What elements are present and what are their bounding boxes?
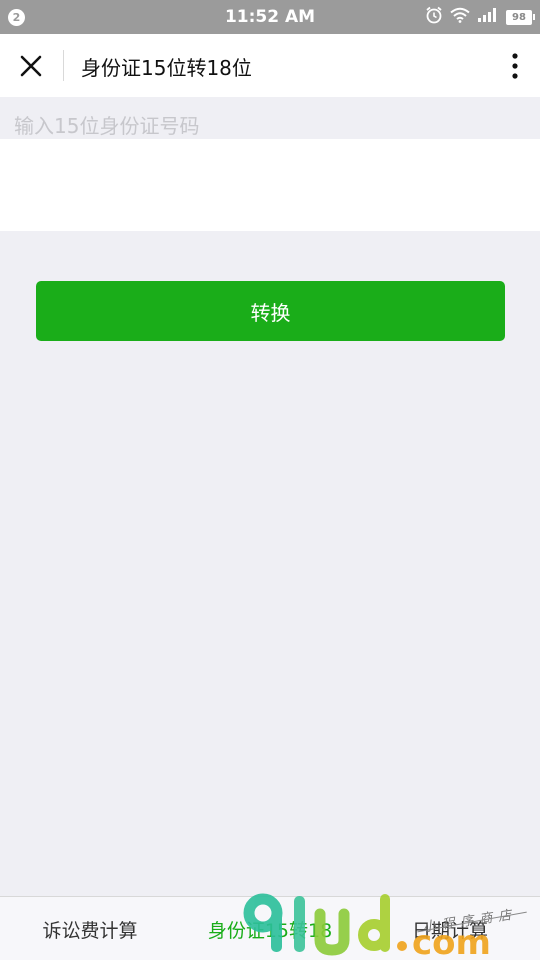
status-icons: 98 <box>425 6 535 28</box>
input-label: 输入15位身份证号码 <box>14 114 200 138</box>
nav-divider <box>63 50 64 81</box>
wifi-icon <box>450 7 470 27</box>
battery-icon: 98 <box>506 9 535 25</box>
more-button[interactable] <box>508 52 522 80</box>
page-title: 身份证15位转18位 <box>81 56 252 80</box>
tab-litigation-fee[interactable]: 诉讼费计算 <box>0 897 180 960</box>
more-vertical-icon <box>512 53 518 79</box>
close-icon <box>20 55 42 77</box>
tab-id-convert[interactable]: 身份证15转18 <box>180 897 360 960</box>
nav-bar: 身份证15位转18位 <box>0 34 540 97</box>
convert-button[interactable]: 转换 <box>36 281 505 341</box>
alarm-icon <box>425 6 443 28</box>
status-bar: 2 11:52 AM 98 <box>0 0 540 34</box>
tab-date-calc[interactable]: 日期计算 <box>360 897 540 960</box>
close-button[interactable] <box>16 51 46 81</box>
signal-icon <box>477 7 499 27</box>
tab-bar: 诉讼费计算 身份证15转18 日期计算 <box>0 896 540 960</box>
id-number-input[interactable] <box>0 139 540 231</box>
